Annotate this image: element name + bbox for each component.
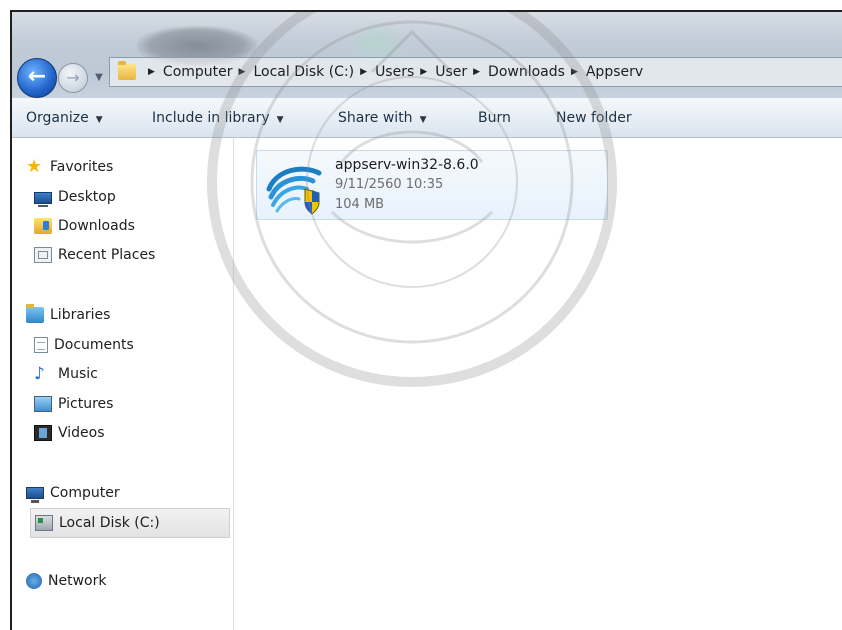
organize-label: Organize xyxy=(26,110,89,126)
sidebar-item-documents[interactable]: Documents xyxy=(34,332,134,358)
include-in-library-button[interactable]: Include in library ▼ xyxy=(152,98,284,138)
title-bar: ← → ▼ ▶ Computer ▶ Local Disk (C:) ▶ Users … xyxy=(12,12,842,98)
breadcrumb-label[interactable]: User xyxy=(435,64,467,80)
burn-label: Burn xyxy=(478,110,511,126)
sidebar-item-label: Downloads xyxy=(58,218,135,234)
back-arrow-icon[interactable]: ← xyxy=(17,58,57,98)
sidebar-item-recent-places[interactable]: Recent Places xyxy=(34,242,155,268)
recent-places-icon xyxy=(34,247,52,263)
breadcrumb-computer[interactable]: ▶ Computer xyxy=(142,64,233,80)
chevron-right-icon[interactable]: ▶ xyxy=(473,67,480,77)
sidebar-item-label: Videos xyxy=(58,425,105,441)
command-bar: Organize ▼ Include in library ▼ Share with… xyxy=(12,98,842,138)
chevron-right-icon[interactable]: ▶ xyxy=(571,67,578,77)
chevron-down-icon: ▼ xyxy=(276,115,284,125)
sidebar-item-desktop[interactable]: Desktop xyxy=(34,184,116,210)
pictures-icon xyxy=(34,396,52,412)
sidebar-item-computer[interactable]: Computer xyxy=(26,480,120,506)
sidebar-item-label: Local Disk (C:) xyxy=(59,515,160,531)
new-folder-label: New folder xyxy=(556,110,632,126)
sidebar-item-downloads[interactable]: Downloads xyxy=(34,213,135,239)
sidebar-item-pictures[interactable]: Pictures xyxy=(34,391,113,417)
sidebar-item-favorites[interactable]: ★ Favorites xyxy=(26,154,113,180)
explorer-window: ← → ▼ ▶ Computer ▶ Local Disk (C:) ▶ Users … xyxy=(10,10,842,630)
sidebar-item-label: Music xyxy=(58,366,98,382)
sidebar-item-label: Pictures xyxy=(58,396,114,412)
desktop-icon xyxy=(34,192,52,207)
appserv-installer-icon xyxy=(266,166,322,215)
folder-icon xyxy=(118,61,136,80)
breadcrumb-appserv[interactable]: ▶ Appserv xyxy=(565,64,643,80)
navigation-pane: ★ Favorites Desktop Downloads Recent Pla… xyxy=(12,138,234,630)
organize-button[interactable]: Organize ▼ xyxy=(26,98,103,138)
sidebar-item-network[interactable]: Network xyxy=(26,568,106,594)
breadcrumb-users[interactable]: ▶ Users xyxy=(354,64,414,80)
sidebar-item-label: Recent Places xyxy=(58,247,156,263)
computer-icon xyxy=(26,487,44,503)
sidebar-item-label: Network xyxy=(48,573,107,589)
new-folder-button[interactable]: New folder xyxy=(556,98,632,138)
sidebar-item-label: Desktop xyxy=(58,189,116,205)
file-list[interactable]: appserv-win32-8.6.0 9/11/2560 10:35 104 … xyxy=(234,138,842,630)
downloads-icon xyxy=(34,218,52,234)
star-icon: ★ xyxy=(26,156,43,177)
chevron-right-icon[interactable]: ▶ xyxy=(239,67,246,77)
chevron-down-icon: ▼ xyxy=(95,115,103,125)
file-date: 9/11/2560 10:35 xyxy=(335,177,444,192)
sidebar-item-music[interactable]: ♪ Music xyxy=(34,361,98,387)
breadcrumb-downloads[interactable]: ▶ Downloads xyxy=(467,64,565,80)
include-in-library-label: Include in library xyxy=(152,110,270,126)
sidebar-item-label: Libraries xyxy=(50,307,111,323)
sidebar-item-label: Documents xyxy=(54,337,134,353)
share-with-button[interactable]: Share with ▼ xyxy=(338,98,426,138)
chevron-right-icon[interactable]: ▶ xyxy=(148,67,155,77)
chevron-right-icon[interactable]: ▶ xyxy=(360,67,367,77)
burn-button[interactable]: Burn xyxy=(478,98,511,138)
breadcrumb-label[interactable]: Users xyxy=(375,64,414,80)
libraries-icon xyxy=(26,304,44,323)
share-with-label: Share with xyxy=(338,110,413,126)
file-item-appserv[interactable]: appserv-win32-8.6.0 9/11/2560 10:35 104 … xyxy=(256,150,608,220)
sidebar-item-local-disk[interactable]: Local Disk (C:) xyxy=(30,508,230,538)
breadcrumb-label[interactable]: Computer xyxy=(163,64,233,80)
breadcrumb-local-disk[interactable]: ▶ Local Disk (C:) xyxy=(233,64,355,80)
forward-arrow-icon[interactable]: → xyxy=(58,63,88,93)
network-icon xyxy=(26,573,42,589)
breadcrumb-label[interactable]: Local Disk (C:) xyxy=(253,64,354,80)
music-icon: ♪ xyxy=(34,364,45,384)
breadcrumb-label[interactable]: Appserv xyxy=(586,64,643,80)
chevron-right-icon[interactable]: ▶ xyxy=(420,67,427,77)
sidebar-item-libraries[interactable]: Libraries xyxy=(26,302,110,328)
local-disk-icon xyxy=(35,515,53,531)
sidebar-item-videos[interactable]: Videos xyxy=(34,420,105,446)
file-name: appserv-win32-8.6.0 xyxy=(335,157,479,173)
breadcrumb-user[interactable]: ▶ User xyxy=(414,64,467,80)
sidebar-item-label: Favorites xyxy=(50,159,114,175)
sidebar-item-label: Computer xyxy=(50,485,120,501)
recent-pages-dropdown-icon[interactable]: ▼ xyxy=(92,68,106,88)
documents-icon xyxy=(34,337,48,353)
videos-icon xyxy=(34,425,52,441)
chevron-down-icon: ▼ xyxy=(419,115,427,125)
breadcrumb-label[interactable]: Downloads xyxy=(488,64,565,80)
uac-shield-icon xyxy=(304,188,320,215)
address-bar[interactable]: ▶ Computer ▶ Local Disk (C:) ▶ Users ▶ User … xyxy=(109,57,842,87)
file-size: 104 MB xyxy=(335,197,385,212)
